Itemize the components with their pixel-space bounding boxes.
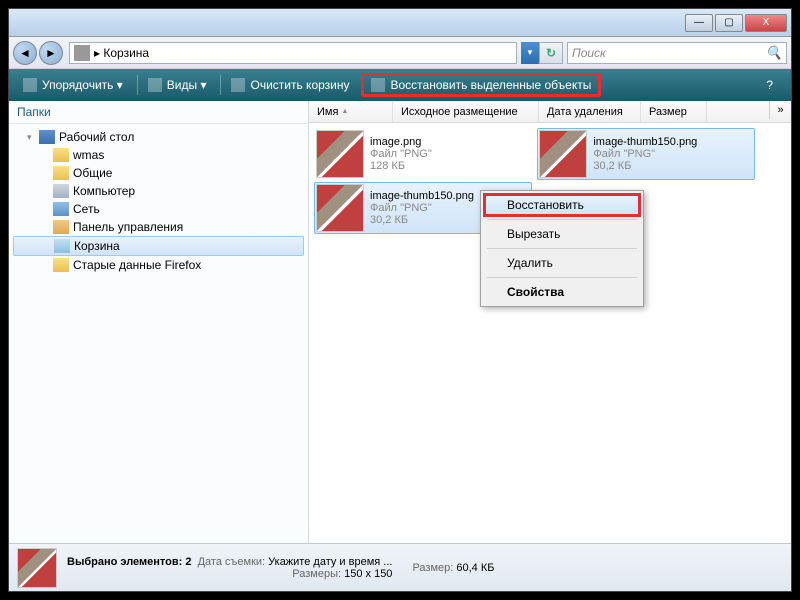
control-panel-icon xyxy=(53,220,69,234)
address-text: Корзина xyxy=(103,46,149,60)
context-menu: Восстановить Вырезать Удалить Свойства xyxy=(480,190,644,307)
file-size: 128 КБ xyxy=(370,160,432,172)
restore-icon xyxy=(371,78,385,92)
date-shot-label: Дата съемки: xyxy=(198,556,265,568)
content-area: Папки ▾Рабочий стол wmas Общие Компьютер… xyxy=(9,101,791,543)
file-thumbnail xyxy=(539,130,587,178)
tree-item[interactable]: wmas xyxy=(13,146,304,164)
date-shot-value[interactable]: Укажите дату и время ... xyxy=(268,556,392,568)
status-thumbnail xyxy=(17,548,57,588)
separator xyxy=(487,219,637,220)
file-item[interactable]: image.png Файл "PNG" 128 КБ xyxy=(314,128,532,180)
more-columns-button[interactable]: » xyxy=(769,101,791,119)
status-selected-count: Выбрано элементов: 2 xyxy=(67,556,191,568)
tree-desktop[interactable]: ▾Рабочий стол xyxy=(13,128,304,146)
file-list-pane: Имя Исходное размещение Дата удаления Ра… xyxy=(309,101,791,543)
dimensions-label: Размеры: xyxy=(292,568,341,580)
tree-item[interactable]: Общие xyxy=(13,164,304,182)
file-thumbnail xyxy=(316,130,364,178)
context-cut[interactable]: Вырезать xyxy=(483,222,641,246)
tree-item[interactable]: Панель управления xyxy=(13,218,304,236)
details-pane: Выбрано элементов: 2 Дата съемки: Укажит… xyxy=(9,543,791,591)
search-icon: 🔍 xyxy=(766,45,782,61)
empty-recycle-button[interactable]: Очистить корзину xyxy=(223,75,357,95)
folder-icon xyxy=(53,258,69,272)
file-size: 30,2 КБ xyxy=(593,160,697,172)
empty-icon xyxy=(231,78,245,92)
file-size: 30,2 КБ xyxy=(370,214,474,226)
column-original-location[interactable]: Исходное размещение xyxy=(393,101,539,122)
back-button[interactable]: ◄ xyxy=(13,41,37,65)
dimensions-value: 150 x 150 xyxy=(344,568,392,580)
folder-tree: ▾Рабочий стол wmas Общие Компьютер Сеть … xyxy=(9,124,308,278)
column-size[interactable]: Размер xyxy=(641,101,707,122)
command-bar: Упорядочить ▾ Виды ▾ Очистить корзину Во… xyxy=(9,69,791,101)
size-label: Размер: xyxy=(412,562,453,574)
recycle-bin-icon xyxy=(54,239,70,253)
separator xyxy=(487,277,637,278)
file-thumbnail xyxy=(316,184,364,232)
context-delete[interactable]: Удалить xyxy=(483,251,641,275)
path-separator: ▸ xyxy=(94,46,100,60)
maximize-button[interactable]: ▢ xyxy=(715,14,743,32)
folders-header[interactable]: Папки xyxy=(9,101,308,124)
file-name: image-thumb150.png xyxy=(593,136,697,148)
file-name: image-thumb150.png xyxy=(370,190,474,202)
folder-icon xyxy=(53,166,69,180)
separator xyxy=(137,75,138,95)
file-item[interactable]: image-thumb150.png Файл "PNG" 30,2 КБ xyxy=(537,128,755,180)
computer-icon xyxy=(53,184,69,198)
tree-item[interactable]: Сеть xyxy=(13,200,304,218)
refresh-button[interactable]: ↻ xyxy=(539,42,563,64)
navigation-bar: ◄ ► ▸ Корзина ▼ ↻ Поиск 🔍 xyxy=(9,37,791,69)
search-placeholder: Поиск xyxy=(572,46,606,60)
desktop-icon xyxy=(39,130,55,144)
file-type: Файл "PNG" xyxy=(593,148,697,160)
separator xyxy=(220,75,221,95)
tree-recycle-bin[interactable]: Корзина xyxy=(13,236,304,256)
titlebar: — ▢ X xyxy=(9,9,791,37)
address-bar[interactable]: ▸ Корзина xyxy=(69,42,517,64)
help-button[interactable]: ? xyxy=(758,75,781,95)
file-area[interactable]: image.png Файл "PNG" 128 КБ image-thumb1… xyxy=(309,123,791,543)
separator xyxy=(487,248,637,249)
tree-item[interactable]: Старые данные Firefox xyxy=(13,256,304,274)
file-name: image.png xyxy=(370,136,432,148)
context-properties[interactable]: Свойства xyxy=(483,280,641,304)
explorer-window: — ▢ X ◄ ► ▸ Корзина ▼ ↻ Поиск 🔍 Упорядоч… xyxy=(8,8,792,592)
column-headers: Имя Исходное размещение Дата удаления Ра… xyxy=(309,101,791,123)
minimize-button[interactable]: — xyxy=(685,14,713,32)
search-input[interactable]: Поиск 🔍 xyxy=(567,42,787,64)
tree-item[interactable]: Компьютер xyxy=(13,182,304,200)
context-restore[interactable]: Восстановить xyxy=(483,193,641,217)
views-button[interactable]: Виды ▾ xyxy=(140,75,215,95)
recycle-bin-icon xyxy=(74,45,90,61)
file-type: Файл "PNG" xyxy=(370,202,474,214)
column-name[interactable]: Имя xyxy=(309,101,393,122)
folder-icon xyxy=(53,148,69,162)
size-value: 60,4 КБ xyxy=(456,562,494,574)
close-button[interactable]: X xyxy=(745,14,787,32)
organize-icon xyxy=(23,78,37,92)
navigation-pane: Папки ▾Рабочий стол wmas Общие Компьютер… xyxy=(9,101,309,543)
views-icon xyxy=(148,78,162,92)
restore-selected-button[interactable]: Восстановить выделенные объекты xyxy=(361,73,601,97)
network-icon xyxy=(53,202,69,216)
address-dropdown[interactable]: ▼ xyxy=(521,42,539,64)
column-date-deleted[interactable]: Дата удаления xyxy=(539,101,641,122)
forward-button[interactable]: ► xyxy=(39,41,63,65)
organize-button[interactable]: Упорядочить ▾ xyxy=(15,75,131,95)
file-type: Файл "PNG" xyxy=(370,148,432,160)
